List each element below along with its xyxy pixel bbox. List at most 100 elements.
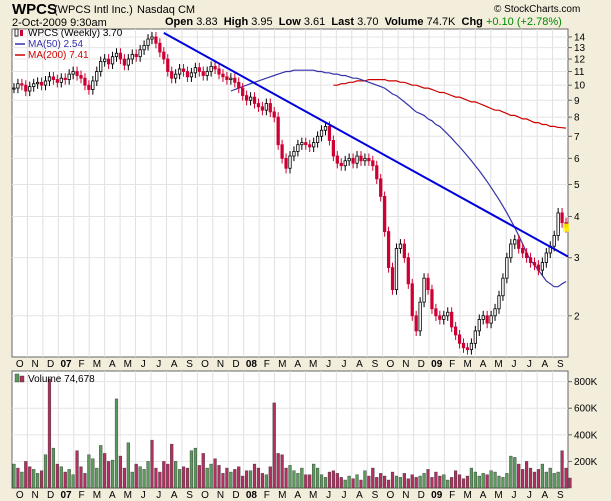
- volume-bar: [47, 378, 52, 489]
- volume-bar: [430, 477, 434, 489]
- volume-bar: [442, 474, 446, 489]
- volume-bar: [509, 455, 513, 489]
- candle-body: [209, 65, 213, 72]
- volume-x-tick-label: A: [480, 490, 487, 501]
- price-x-tick-label: O: [16, 359, 24, 370]
- last-price-marker: [563, 223, 570, 232]
- price-y-tick-label: 10: [574, 81, 586, 92]
- volume-bar: [316, 467, 320, 489]
- candle-body: [351, 157, 355, 164]
- candle-body: [201, 71, 205, 76]
- candle-body: [221, 73, 225, 78]
- volume-bar: [146, 461, 150, 489]
- volume-bar: [473, 471, 477, 489]
- volume-bar: [355, 474, 359, 489]
- candle-body: [229, 77, 233, 80]
- price-x-tick-label: 07: [60, 359, 72, 370]
- price-x-tick-label: F: [78, 359, 84, 370]
- volume-bar: [36, 473, 40, 489]
- price-x-tick-label: 08: [246, 359, 258, 370]
- price-x-tick-label: N: [32, 359, 39, 370]
- candle-body: [418, 301, 422, 332]
- volume-x-tick-label: A: [356, 490, 363, 501]
- volume-bar: [398, 477, 402, 489]
- candle-body: [252, 96, 257, 104]
- candle-body: [532, 262, 537, 266]
- price-x-tick-label: J: [156, 359, 161, 370]
- candle-body: [268, 103, 272, 113]
- price-x-tick-label: O: [201, 359, 209, 370]
- volume-bar: [268, 466, 272, 489]
- volume-bar: [426, 469, 430, 489]
- volume-bar: [256, 467, 261, 489]
- candle-body: [434, 308, 438, 317]
- volume-x-tick-label: S: [372, 490, 379, 501]
- price-x-tick-label: A: [480, 359, 487, 370]
- candle-body: [540, 262, 544, 271]
- volume-bar: [446, 479, 450, 489]
- candle-body: [371, 160, 375, 167]
- candle-body: [300, 142, 304, 146]
- legend-volume-swatch-down: [19, 375, 25, 383]
- volume-bar: [118, 455, 123, 489]
- candle-body: [383, 196, 387, 232]
- candle-body: [390, 267, 395, 291]
- volume-bar: [181, 466, 186, 489]
- candle-body: [233, 77, 237, 83]
- volume-x-tick-label: O: [386, 490, 394, 501]
- price-x-tick-label: N: [402, 359, 409, 370]
- volume-bar: [493, 471, 497, 489]
- volume-x-tick-label: S: [557, 490, 564, 501]
- candle-body: [335, 155, 339, 164]
- volume-bar: [521, 469, 525, 489]
- candle-body: [87, 84, 91, 90]
- volume-bar: [233, 469, 237, 489]
- price-x-tick-label: M: [494, 359, 502, 370]
- candle-body: [398, 243, 403, 249]
- volume-bar: [39, 470, 44, 489]
- candle-body: [473, 330, 477, 344]
- volume-bar: [32, 469, 36, 489]
- candle-body: [20, 83, 24, 86]
- volume-bar: [505, 473, 509, 489]
- volume-x-tick-label: D: [47, 490, 54, 501]
- volume-bar: [245, 470, 249, 489]
- volume-bar: [454, 470, 458, 489]
- candle-body: [536, 264, 541, 271]
- volume-bar: [402, 473, 406, 489]
- volume-x-tick-label: 08: [246, 490, 258, 501]
- candle-body: [414, 315, 418, 332]
- volume-bar: [55, 463, 59, 489]
- candle-body: [110, 56, 115, 65]
- candle-body: [256, 103, 261, 108]
- volume-bar: [16, 467, 20, 489]
- volume-bar: [501, 477, 505, 489]
- volume-bar: [174, 461, 178, 489]
- candle-body: [162, 51, 166, 60]
- candle-body: [150, 36, 154, 40]
- volume-bar: [544, 471, 548, 489]
- candle-body: [450, 311, 454, 328]
- candle-body: [28, 86, 32, 92]
- volume-bar: [99, 445, 103, 489]
- candle-body: [394, 248, 399, 291]
- volume-bar: [241, 475, 245, 489]
- candle-body: [32, 83, 36, 88]
- volume-bar: [225, 467, 229, 489]
- candle: [410, 278, 414, 321]
- price-x-tick-label: J: [141, 359, 146, 370]
- volume-bar: [489, 470, 493, 489]
- price-x-tick-label: O: [386, 359, 394, 370]
- volume-x-tick-label: J: [342, 490, 347, 501]
- volume-bar: [497, 475, 501, 489]
- price-x-tick-label: 09: [431, 359, 443, 370]
- volume-bar: [24, 461, 28, 489]
- legend-ma50: MA(50) 2.54: [28, 39, 83, 50]
- candle-body: [461, 342, 466, 349]
- volume-bar: [107, 461, 111, 489]
- candle-body: [79, 75, 83, 79]
- volume-bar: [457, 474, 462, 489]
- volume-x-tick-label: N: [217, 490, 224, 501]
- volume-bar: [110, 459, 115, 489]
- candle-body: [36, 81, 40, 85]
